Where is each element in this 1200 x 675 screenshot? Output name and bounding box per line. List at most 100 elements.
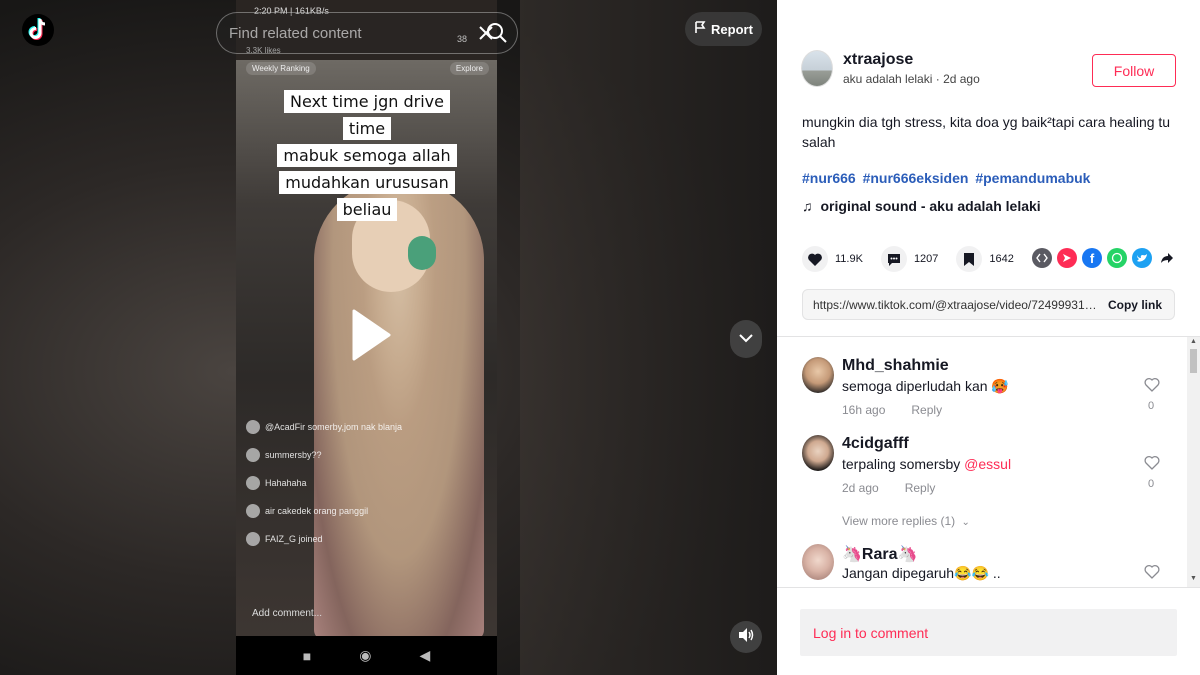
bottle <box>408 236 436 270</box>
chat-line: FAIZ_G joined <box>246 532 446 546</box>
comment-count: 1207 <box>913 253 939 265</box>
comment-time: 16h ago <box>842 403 886 417</box>
facebook-icon[interactable]: f <box>1082 248 1102 268</box>
avatar[interactable] <box>802 357 834 393</box>
video-caption: Next time jgn drive time mabuk semoga al… <box>274 88 460 223</box>
comment-text: Jangan dipegaruh😂😂 .. <box>842 565 1001 581</box>
chat-line: summersby?? <box>246 448 446 462</box>
mention-link[interactable]: @essul <box>964 456 1011 472</box>
video-url: https://www.tiktok.com/@xtraajose/video/… <box>813 297 1103 312</box>
sound-title: original sound - aku adalah lelaki <box>820 198 1041 214</box>
like-count: 11.9K <box>835 253 863 265</box>
caption-line: mudahkan urususan <box>279 171 455 194</box>
comment-button[interactable]: 1207 <box>880 246 939 272</box>
video-stage: 2:20 PM | 161KB/s 3.3K likes 38 Weekly R… <box>0 0 777 675</box>
avatar <box>246 476 260 490</box>
heart-icon[interactable] <box>1144 377 1160 393</box>
search-bar[interactable] <box>216 12 518 54</box>
share-buttons: f <box>1032 248 1177 268</box>
post-description: mungkin dia tgh stress, kita doa yg baik… <box>802 114 1171 150</box>
save-count: 1642 <box>989 253 1014 265</box>
comment-list: Mhd_shahmie semoga diperludah kan 🥵 16h … <box>777 337 1187 587</box>
search-input[interactable] <box>229 13 479 53</box>
view-more-replies[interactable]: View more replies (1) ⌄ <box>842 514 970 528</box>
comment-icon <box>880 246 907 272</box>
like-button[interactable]: 11.9K <box>802 246 863 272</box>
avatar <box>246 420 260 434</box>
comment-username[interactable]: 4cidgafff <box>842 435 909 453</box>
comment-meta: 16h ago Reply <box>842 403 942 417</box>
author-meta: aku adalah lelaki · 2d ago <box>843 72 980 86</box>
author-nickname: aku adalah lelaki <box>843 72 933 86</box>
music-note-icon: ♫ <box>802 198 813 214</box>
reply-button[interactable]: Reply <box>911 403 942 417</box>
tiktok-logo-icon[interactable] <box>22 12 54 48</box>
comment-meta: 2d ago Reply <box>842 481 935 495</box>
reply-button[interactable]: Reply <box>905 481 936 495</box>
comment-footer: Log in to comment <box>777 587 1200 675</box>
caption-line: Next time jgn drive time <box>284 90 450 140</box>
avatar <box>246 504 260 518</box>
login-to-comment-button[interactable]: Log in to comment <box>800 609 1177 656</box>
comment-username[interactable]: 🦄Rara🦄 <box>842 544 917 564</box>
report-label: Report <box>711 21 753 37</box>
details-panel: xtraajose aku adalah lelaki · 2d ago Fol… <box>777 0 1200 675</box>
comment-text: terpaling somersby @essul <box>842 456 1012 472</box>
chat-line: air cakedek orang panggil <box>246 504 446 518</box>
chat-line: @AcadFir somerby,jom nak blanja <box>246 420 446 434</box>
comments-scrollbar[interactable]: ▲ ▼ <box>1187 337 1200 587</box>
copy-link-button[interactable]: Copy link <box>1108 298 1174 312</box>
avatar[interactable] <box>802 435 834 471</box>
scroll-down-icon[interactable]: ▼ <box>1190 575 1197 582</box>
heart-icon <box>802 246 828 272</box>
author-username[interactable]: xtraajose <box>843 51 980 69</box>
comment-like-count: 0 <box>1148 478 1155 490</box>
search-icon[interactable] <box>486 22 508 44</box>
add-comment-text: Add comment... <box>252 608 323 619</box>
explore-badge: Explore <box>449 62 489 75</box>
report-button[interactable]: Report <box>685 12 762 46</box>
sound-link[interactable]: ♫ original sound - aku adalah lelaki <box>802 198 1041 214</box>
scroll-up-icon[interactable]: ▲ <box>1190 338 1197 345</box>
author-info[interactable]: xtraajose aku adalah lelaki · 2d ago <box>801 50 980 87</box>
hashtags: #nur666 #nur666eksiden #pemandumabuk <box>802 170 1093 186</box>
back-icon: ◀ <box>419 647 431 663</box>
whatsapp-icon[interactable] <box>1107 248 1127 268</box>
avatar <box>246 532 260 546</box>
comment-like-count: 0 <box>1148 400 1155 412</box>
caption-line: mabuk semoga allah <box>277 144 457 167</box>
chevron-down-icon <box>738 330 754 348</box>
live-footer: Add comment... <box>236 598 497 634</box>
speaker-icon <box>737 627 755 648</box>
volume-button[interactable] <box>730 621 762 653</box>
send-icon[interactable] <box>1057 248 1077 268</box>
live-chat: @AcadFir somerby,jom nak blanja summersb… <box>246 420 446 560</box>
android-nav-bar: ■ ◉ ◀ <box>236 636 497 675</box>
comment-username[interactable]: Mhd_shahmie <box>842 357 949 375</box>
avatar[interactable] <box>802 544 834 580</box>
next-video-button[interactable] <box>730 320 762 358</box>
link-box: https://www.tiktok.com/@xtraajose/video/… <box>802 289 1175 320</box>
weekly-ranking-badge: Weekly Ranking <box>246 62 316 75</box>
heart-icon[interactable] <box>1144 455 1160 471</box>
scrollbar-thumb[interactable] <box>1190 349 1197 373</box>
play-icon[interactable] <box>350 308 392 362</box>
heart-icon[interactable] <box>1144 564 1160 580</box>
avatar[interactable] <box>801 50 833 87</box>
embed-icon[interactable] <box>1032 248 1052 268</box>
hashtag-link[interactable]: #nur666 <box>802 170 856 186</box>
action-bar: 11.9K 1207 1642 <box>802 246 1014 272</box>
save-button[interactable]: 1642 <box>956 246 1014 272</box>
circle-icon: ◉ <box>359 647 372 663</box>
hashtag-link[interactable]: #pemandumabuk <box>975 170 1090 186</box>
hashtag-link[interactable]: #nur666eksiden <box>863 170 969 186</box>
twitter-icon[interactable] <box>1132 248 1152 268</box>
chat-line: Hahahaha <box>246 476 446 490</box>
comment-text: semoga diperludah kan 🥵 <box>842 378 1009 394</box>
share-arrow-icon[interactable] <box>1157 248 1177 268</box>
follow-button[interactable]: Follow <box>1092 54 1176 87</box>
flag-icon <box>694 21 706 37</box>
avatar <box>246 448 260 462</box>
comment-time: 2d ago <box>842 481 879 495</box>
caption-line: beliau <box>336 198 398 221</box>
